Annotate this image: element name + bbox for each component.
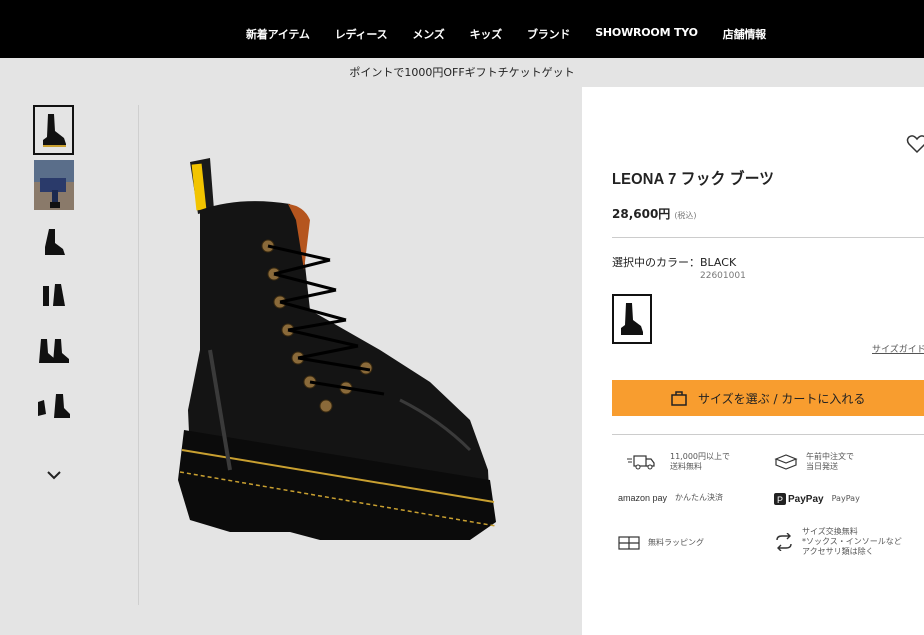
paypay-logo: PayPay	[788, 493, 824, 505]
feature-size-exchange: サイズ交換無料 *ソックス・インソールなど アクセサリ類は除く	[774, 527, 902, 557]
feature-text: 送料無料	[670, 462, 702, 471]
nav-item-new[interactable]: 新着アイテム	[246, 26, 310, 42]
feature-text: 午前中注文で	[806, 452, 854, 461]
nav-item-showroom[interactable]: SHOWROOM TYO	[595, 26, 698, 42]
feature-text: アクセサリ類は除く	[802, 547, 874, 556]
heart-icon[interactable]	[906, 133, 924, 155]
main-product-image	[178, 158, 497, 540]
feature-text: かんたん決済	[675, 493, 724, 502]
nav-item-brand[interactable]: ブランド	[527, 26, 570, 42]
thumbnail-boot-pair[interactable]	[33, 325, 74, 375]
feature-text: *ソックス・インソールなど	[802, 537, 902, 546]
feature-amazon-pay: amazon pay かんたん決済	[618, 493, 723, 503]
feature-text: サイズ交換無料	[802, 527, 858, 536]
product-sku: 22601001	[700, 271, 746, 281]
tax-note: (税込)	[674, 211, 697, 220]
feature-gift-wrap: 無料ラッピング	[618, 535, 704, 551]
color-swatch-black[interactable]	[612, 294, 652, 344]
feature-same-day: 午前中注文で 当日発送	[774, 452, 854, 472]
feature-text: 11,000円以上で	[670, 452, 730, 461]
nav-item-mens[interactable]: メンズ	[412, 26, 444, 42]
thumbnail-boot-side[interactable]	[33, 105, 74, 155]
amazon-pay-logo: amazon pay	[618, 493, 668, 503]
nav-list: 新着アイテム レディース メンズ キッズ ブランド SHOWROOM TYO 店…	[246, 26, 791, 42]
thumbnail-list	[33, 105, 75, 435]
feature-text: 当日発送	[806, 462, 838, 471]
feature-paypay: P PayPay PayPay	[774, 493, 860, 505]
feature-free-shipping: 11,000円以上で 送料無料	[626, 452, 730, 472]
feature-text: 無料ラッピング	[648, 538, 704, 547]
thumbnail-boot-back[interactable]	[33, 270, 74, 320]
feature-text: PayPay	[831, 494, 860, 503]
product-panel: LEONA 7 フック ブーツ 28,600円 (税込) 選択中のカラー：BLAC…	[582, 87, 924, 635]
divider	[612, 434, 924, 435]
top-nav: 新着アイテム レディース メンズ キッズ ブランド SHOWROOM TYO 店…	[0, 0, 924, 58]
nav-item-stores[interactable]: 店舗情報	[723, 26, 766, 42]
thumbnail-model-photo[interactable]	[33, 160, 74, 210]
thumbnail-boot-front[interactable]	[33, 215, 74, 265]
divider	[612, 237, 924, 238]
chevron-down-icon[interactable]	[44, 467, 64, 483]
product-title: LEONA 7 フック ブーツ	[612, 171, 775, 188]
product-price: 28,600円 (税込)	[612, 205, 697, 222]
truck-icon	[627, 455, 655, 470]
add-to-cart-label: サイズを選ぶ / カートに入れる	[698, 391, 866, 406]
nav-item-kids[interactable]: キッズ	[470, 26, 503, 42]
thumbnail-boot-pair-angle[interactable]	[33, 380, 74, 430]
nav-item-ladies[interactable]: レディース	[335, 26, 388, 42]
selected-color-label: 選択中のカラー：BLACK	[612, 256, 737, 269]
shopping-bag-icon	[671, 391, 687, 406]
gallery-divider	[138, 105, 139, 605]
size-guide-link[interactable]: サイズガイド	[872, 342, 924, 355]
exchange-icon	[776, 533, 792, 551]
svg-text:P: P	[777, 495, 783, 505]
price-value: 28,600円	[612, 207, 671, 221]
paypay-logo-icon: P	[774, 493, 786, 505]
gift-wrap-icon	[618, 536, 640, 550]
add-to-cart-button[interactable]: サイズを選ぶ / カートに入れる	[612, 380, 924, 416]
promo-banner[interactable]: ポイントで1000円OFFギフトチケットゲット	[0, 58, 924, 87]
box-icon	[774, 454, 798, 470]
